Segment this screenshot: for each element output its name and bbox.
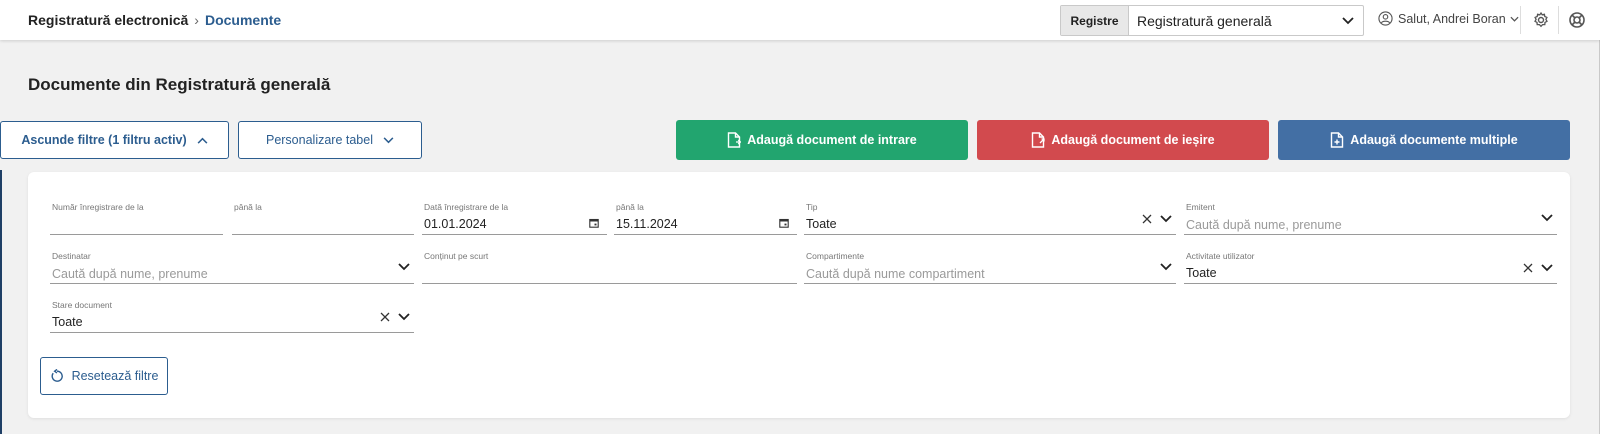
- toolbar-divider: [1558, 6, 1559, 34]
- field-label: Destinatar: [52, 251, 91, 261]
- breadcrumb-separator: ›: [194, 12, 199, 28]
- field-label: Număr înregistrare de la: [52, 202, 144, 212]
- field-actions: [1160, 263, 1172, 271]
- calendar-icon[interactable]: [779, 218, 789, 228]
- add-incoming-label: Adaugă document de intrare: [747, 133, 917, 147]
- user-greeting: Salut, Andrei Boran: [1398, 11, 1506, 26]
- user-activity-select[interactable]: Activitate utilizator Toate: [1184, 251, 1557, 284]
- chevron-down-icon[interactable]: [1160, 263, 1172, 271]
- chevron-down-icon[interactable]: [1333, 6, 1363, 35]
- reset-filters-button[interactable]: Resetează filtre: [40, 357, 168, 395]
- reset-filters-label: Resetează filtre: [71, 369, 159, 383]
- field-label: până la: [234, 202, 262, 212]
- field-actions: [398, 263, 410, 271]
- field-actions: [1523, 263, 1553, 273]
- chevron-down-icon: [1510, 16, 1519, 22]
- field-label: Stare document: [52, 300, 113, 310]
- registry-select-value[interactable]: Registratură generală: [1129, 6, 1333, 35]
- departments-select[interactable]: Compartimente Caută după nume compartime…: [804, 251, 1176, 284]
- add-multiple-label: Adaugă documente multiple: [1350, 133, 1518, 147]
- field-value[interactable]: 15.11.2024: [616, 217, 678, 231]
- field-actions: [1142, 214, 1172, 224]
- clear-icon[interactable]: [380, 312, 390, 322]
- reg-date-from-field[interactable]: Dată înregistrare de la 01.01.2024: [422, 202, 607, 235]
- document-in-icon: [728, 132, 742, 148]
- field-label: până la: [616, 202, 644, 212]
- left-edge-accent: [0, 170, 2, 434]
- page-title: Documente din Registratură generală: [28, 75, 331, 94]
- field-value[interactable]: Toate: [806, 217, 837, 231]
- add-outgoing-document-button[interactable]: Adaugă document de ieșire: [977, 120, 1269, 160]
- field-label: Activitate utilizator: [1186, 251, 1255, 261]
- customize-table-label: Personalizare tabel: [265, 133, 373, 147]
- gear-icon[interactable]: [1532, 11, 1550, 29]
- field-value[interactable]: 01.01.2024: [424, 217, 487, 231]
- user-menu[interactable]: Salut, Andrei Boran: [1378, 11, 1519, 26]
- field-actions: [380, 312, 410, 322]
- field-placeholder[interactable]: Caută după nume, prenume: [52, 267, 208, 281]
- field-value[interactable]: Toate: [52, 315, 83, 329]
- field-label: Dată înregistrare de la: [424, 202, 509, 212]
- chevron-down-icon[interactable]: [1541, 264, 1553, 272]
- chevron-down-icon: [383, 136, 394, 143]
- toggle-filters-button[interactable]: Ascunde filtre (1 filtru activ): [0, 121, 229, 159]
- user-avatar-icon: [1378, 11, 1393, 26]
- type-select[interactable]: Tip Toate: [804, 202, 1176, 235]
- field-placeholder[interactable]: Caută după nume, prenume: [1186, 218, 1342, 232]
- reg-date-to-field[interactable]: până la 15.11.2024: [614, 202, 797, 235]
- document-status-select[interactable]: Stare document Toate: [50, 300, 414, 333]
- calendar-icon[interactable]: [589, 218, 599, 228]
- field-value[interactable]: Toate: [1186, 266, 1217, 280]
- toolbar-divider: [1520, 6, 1521, 34]
- clear-icon[interactable]: [1142, 214, 1152, 224]
- breadcrumb-current[interactable]: Documente: [205, 12, 281, 28]
- top-navigation-bar: Registratură electronică › Documente Reg…: [0, 0, 1600, 40]
- recipient-select[interactable]: Destinatar Caută după nume, prenume: [50, 251, 414, 284]
- help-lifebuoy-icon[interactable]: [1568, 11, 1586, 29]
- chevron-up-icon: [197, 137, 208, 144]
- field-label: Conținut pe scurt: [424, 251, 489, 261]
- document-plus-icon: [1331, 132, 1344, 148]
- chevron-down-icon[interactable]: [398, 263, 410, 271]
- reg-number-to-field[interactable]: până la: [232, 202, 414, 235]
- add-incoming-document-button[interactable]: Adaugă document de intrare: [676, 120, 968, 160]
- registry-select-label: Registre: [1061, 6, 1129, 35]
- reset-icon: [51, 369, 63, 382]
- breadcrumb-home[interactable]: Registratură electronică: [28, 12, 188, 28]
- add-outgoing-label: Adaugă document de ieșire: [1051, 133, 1215, 147]
- field-placeholder[interactable]: Caută după nume compartiment: [806, 267, 985, 281]
- reg-number-from-field[interactable]: Număr înregistrare de la: [50, 202, 223, 235]
- registry-select[interactable]: Registre Registratură generală: [1060, 5, 1364, 36]
- field-label: Tip: [806, 202, 818, 212]
- chevron-down-icon[interactable]: [398, 313, 410, 321]
- summary-field[interactable]: Conținut pe scurt: [422, 251, 797, 284]
- field-label: Compartimente: [806, 251, 865, 261]
- chevron-down-icon[interactable]: [1160, 215, 1172, 223]
- field-label: Emitent: [1186, 202, 1215, 212]
- clear-icon[interactable]: [1523, 263, 1533, 273]
- filters-panel: Număr înregistrare de la până la Dată în…: [28, 172, 1570, 418]
- issuer-select[interactable]: Emitent Caută după nume, prenume: [1184, 202, 1557, 235]
- add-multiple-documents-button[interactable]: Adaugă documente multiple: [1278, 120, 1570, 160]
- document-out-icon: [1032, 132, 1046, 148]
- toggle-filters-label: Ascunde filtre (1 filtru activ): [21, 133, 187, 147]
- customize-table-button[interactable]: Personalizare tabel: [238, 121, 422, 159]
- breadcrumb: Registratură electronică › Documente: [28, 12, 281, 28]
- chevron-down-icon[interactable]: [1541, 214, 1553, 222]
- field-actions: [1541, 214, 1553, 222]
